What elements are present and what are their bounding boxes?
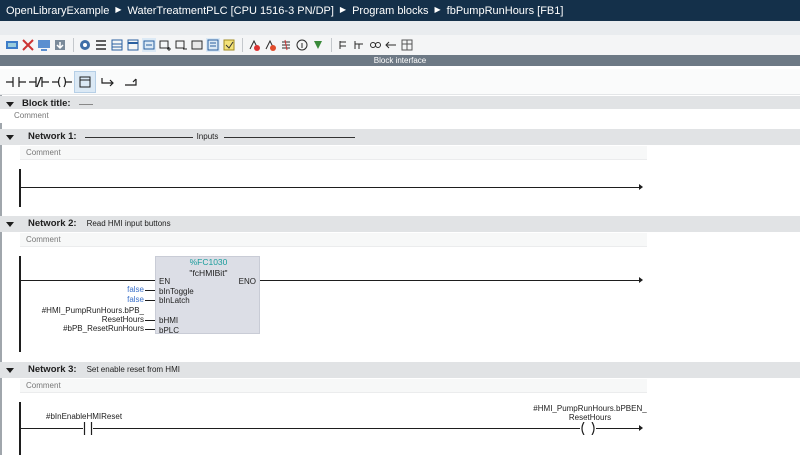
insert-network-icon[interactable] xyxy=(158,38,172,52)
watch-icon[interactable] xyxy=(368,38,382,52)
insert-row-icon[interactable] xyxy=(190,38,204,52)
info-icon[interactable] xyxy=(295,38,309,52)
ladder-toolbar xyxy=(0,69,800,95)
network-1-power-rail xyxy=(19,169,21,207)
title-underline xyxy=(78,103,93,105)
block-interface-bar[interactable]: Block interface xyxy=(0,55,800,66)
network-1-rung[interactable] xyxy=(21,187,640,188)
network-2-header[interactable]: Network 2: Read HMI input buttons xyxy=(0,216,800,232)
contact-operand[interactable]: #bInEnableHMIReset xyxy=(46,412,122,421)
toolbar-separator xyxy=(73,38,74,52)
toolbar-separator xyxy=(242,38,243,52)
test-icon[interactable] xyxy=(311,38,325,52)
goto-icon[interactable] xyxy=(352,38,366,52)
collapse-triangle-icon[interactable] xyxy=(6,221,14,227)
fc-number: %FC1030 xyxy=(189,257,228,267)
no-contact-icon[interactable] xyxy=(5,71,27,93)
compare-icon[interactable] xyxy=(126,38,140,52)
editor-toolbar xyxy=(0,35,800,55)
network-1-title-rule-left xyxy=(84,136,193,138)
network-2-power-rail xyxy=(19,256,21,352)
network-2-label: Network 2: xyxy=(28,218,77,229)
close-icon[interactable] xyxy=(21,38,35,52)
delete-network-icon[interactable] xyxy=(174,38,188,52)
fc-pin-eno: ENO xyxy=(238,277,256,286)
warning-icon[interactable] xyxy=(263,38,277,52)
coil-icon[interactable] xyxy=(51,71,73,93)
network-3-rung-right xyxy=(596,428,640,429)
editor-left-border xyxy=(0,95,2,455)
title-stripe xyxy=(0,21,800,36)
fc-pin-name: bPLC xyxy=(159,326,180,335)
network-3-comment[interactable]: Comment xyxy=(20,379,647,393)
fc-param-value[interactable]: #bPB_ResetRunHours xyxy=(30,324,144,333)
network-3-rung-left xyxy=(21,428,83,429)
pin-wire xyxy=(145,290,155,291)
fc-pin-en: EN xyxy=(159,277,171,286)
nc-contact-icon[interactable] xyxy=(28,71,50,93)
network-1-label: Network 1: xyxy=(28,131,77,142)
list-icon[interactable] xyxy=(94,38,108,52)
no-contact-icon[interactable] xyxy=(83,422,93,435)
open-branch-icon[interactable] xyxy=(97,71,119,93)
collapse-triangle-icon[interactable] xyxy=(6,101,14,107)
download-icon[interactable] xyxy=(53,38,67,52)
coil-icon[interactable] xyxy=(580,422,596,435)
box-icon[interactable] xyxy=(74,70,96,93)
network-1-header[interactable]: Network 1: Inputs xyxy=(0,129,800,145)
coil-operand-line2[interactable]: ResetHours xyxy=(510,413,670,422)
network-3-label: Network 3: xyxy=(28,364,77,375)
chevron-right-icon: ▶ xyxy=(339,5,347,14)
network-2-title[interactable]: Read HMI input buttons xyxy=(87,216,171,232)
display-icon[interactable] xyxy=(142,38,156,52)
breadcrumb: OpenLibraryExample ▶ WaterTreatmentPLC [… xyxy=(0,0,800,21)
close-branch-icon[interactable] xyxy=(120,71,142,93)
toggle-icon[interactable] xyxy=(222,38,236,52)
breadcrumb-block[interactable]: fbPumpRunHours [FB1] xyxy=(447,5,564,17)
jump-icon[interactable] xyxy=(279,38,293,52)
bookmark-icon[interactable] xyxy=(206,38,220,52)
fc-param-value[interactable]: ResetHours xyxy=(30,315,144,324)
fc-pin-name: bHMI xyxy=(159,316,179,325)
network-1-title-rule-right xyxy=(224,136,356,138)
network-1-title[interactable]: Inputs xyxy=(197,129,219,145)
debug-icon[interactable] xyxy=(384,38,398,52)
fc-param-value[interactable]: false xyxy=(60,295,144,304)
network-2-en-wire xyxy=(21,280,155,281)
go-online-icon[interactable] xyxy=(5,38,19,52)
collapse-triangle-icon[interactable] xyxy=(6,134,14,140)
fc-pin-name: bInLatch xyxy=(159,296,190,305)
network-3-rung-mid xyxy=(93,428,580,429)
settings-icon[interactable] xyxy=(78,38,92,52)
pin-wire xyxy=(145,320,155,321)
pin-wire xyxy=(145,329,155,330)
monitor-icon[interactable] xyxy=(37,38,51,52)
fc-call-box[interactable]: %FC1030 "fcHMIBit" EN ENO bInToggle bInL… xyxy=(155,256,260,335)
error-icon[interactable] xyxy=(247,38,261,52)
network-2-comment[interactable]: Comment xyxy=(20,233,647,247)
chevron-right-icon: ▶ xyxy=(434,5,441,14)
rung-end-marker xyxy=(639,184,643,190)
rung-end-marker xyxy=(639,277,643,283)
fc-param-value[interactable]: false xyxy=(60,285,144,294)
coil-operand-line1[interactable]: #HMI_PumpRunHours.bPBEN_ xyxy=(510,404,670,413)
fc-pin-name: bInToggle xyxy=(159,287,194,296)
breadcrumb-plc[interactable]: WaterTreatmentPLC [CPU 1516-3 PN/DP] xyxy=(128,5,334,17)
fc-param-value[interactable]: #HMI_PumpRunHours.bPB_ xyxy=(30,306,144,315)
rung-end-marker xyxy=(639,425,643,431)
toolbar-separator xyxy=(331,38,332,52)
breadcrumb-program-blocks[interactable]: Program blocks xyxy=(352,5,428,17)
chevron-right-icon: ▶ xyxy=(115,5,122,14)
network-2-eno-wire xyxy=(260,280,640,281)
block-comment[interactable]: Comment xyxy=(0,109,800,123)
network-3-header[interactable]: Network 3: Set enable reset from HMI xyxy=(0,362,800,378)
breakpoint-icon[interactable] xyxy=(336,38,350,52)
grid-icon[interactable] xyxy=(110,38,124,52)
pin-wire xyxy=(145,300,155,301)
network-3-title[interactable]: Set enable reset from HMI xyxy=(87,362,180,378)
breadcrumb-project[interactable]: OpenLibraryExample xyxy=(6,5,109,17)
table-icon[interactable] xyxy=(400,38,414,52)
network-1-comment[interactable]: Comment xyxy=(20,146,647,160)
collapse-triangle-icon[interactable] xyxy=(6,367,14,373)
